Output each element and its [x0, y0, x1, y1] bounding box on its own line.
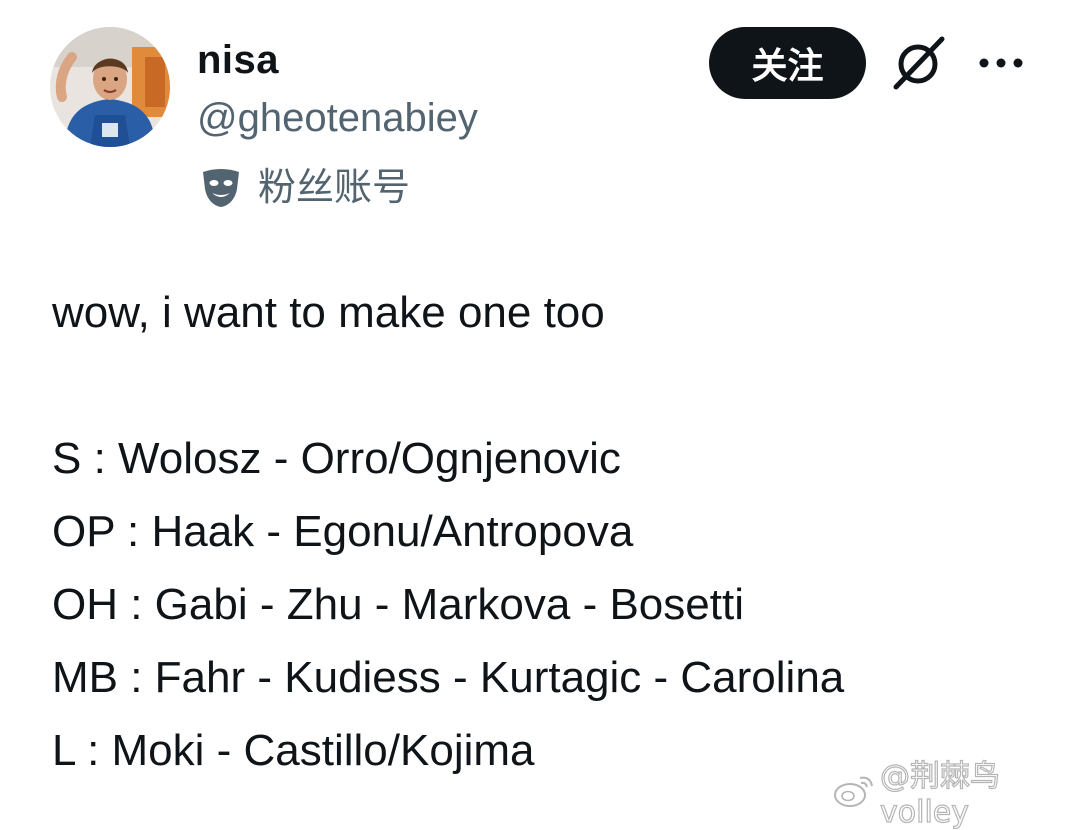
more-icon[interactable]	[976, 51, 1026, 75]
tweet-line: OH : Gabi - Zhu - Markova - Bosetti	[52, 580, 744, 629]
display-name[interactable]: nisa	[197, 36, 279, 84]
fan-account-badge: 粉丝账号	[200, 163, 410, 213]
weibo-logo	[832, 770, 876, 810]
follow-button[interactable]: 关注	[709, 27, 866, 99]
fan-account-label: 粉丝账号	[258, 167, 411, 209]
tweet-line: MB : Fahr - Kudiess - Kurtagic - Carolin…	[52, 653, 845, 702]
tweet-card: nisa @gheotenabiey 粉丝账号 关注 wow, i want t…	[0, 0, 1080, 830]
grok-icon[interactable]	[888, 33, 948, 93]
watermark: @荆棘鸟volley	[832, 758, 1080, 830]
tweet-line: OP : Haak - Egonu/Antropova	[52, 507, 634, 556]
mask-icon	[200, 167, 242, 209]
user-handle[interactable]: @gheotenabiey	[197, 94, 478, 142]
watermark-text: @荆棘鸟volley	[879, 758, 1000, 830]
tweet-text: wow, i want to make one too S : Wolosz -…	[52, 276, 1052, 787]
avatar[interactable]	[50, 27, 170, 147]
tweet-line: wow, i want to make one too	[52, 288, 605, 337]
tweet-line: S : Wolosz - Orro/Ognjenovic	[52, 434, 621, 483]
